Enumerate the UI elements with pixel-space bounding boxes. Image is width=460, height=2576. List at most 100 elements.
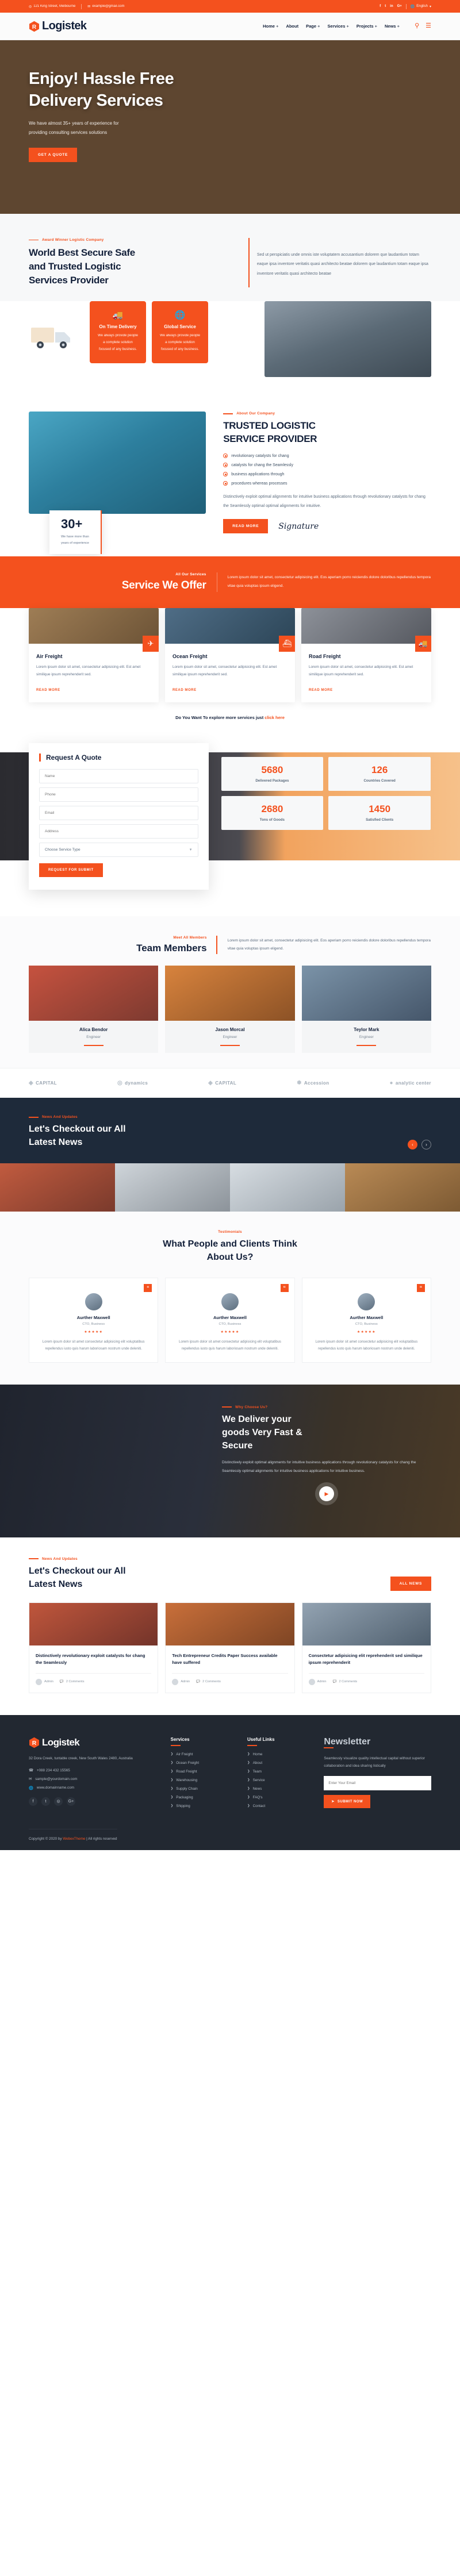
service-read-more-link[interactable]: READ MORE (309, 689, 333, 692)
service-title: Ocean Freight (172, 653, 208, 660)
avatar (221, 1293, 239, 1311)
news-author: Admin (308, 1678, 327, 1685)
play-icon[interactable]: ▶ (319, 1486, 335, 1502)
footer-link-contact[interactable]: ❯ Contact (247, 1804, 312, 1808)
footer-link-road-freight[interactable]: ❯ Road Freight (171, 1770, 236, 1774)
facebook-icon[interactable]: f (379, 5, 381, 8)
testimonial-card: “ Aurther Maxwell CTO, Business ★★★★★ Lo… (165, 1278, 295, 1363)
diamond-icon: ◈ (29, 1080, 34, 1087)
google-plus-icon[interactable]: G+ (67, 1797, 75, 1806)
footer-link-home[interactable]: ❯ Home (247, 1752, 312, 1756)
chevron-right-icon: ❯ (170, 1804, 174, 1808)
envelope-icon: ✉ (29, 1777, 32, 1781)
service-read-more-link[interactable]: READ MORE (36, 689, 60, 692)
footer-link-supply-chain[interactable]: ❯ Supply Chain (171, 1787, 236, 1791)
footer-link-packaging[interactable]: ❯ Packaging (171, 1795, 236, 1800)
footer-link-faqs[interactable]: ❯ FAQ's (247, 1795, 312, 1800)
comment-icon: 💬 (196, 1680, 201, 1684)
leaf-icon: ❅ (297, 1080, 302, 1087)
linkedin-icon[interactable]: in (390, 5, 393, 8)
nav-item-projects[interactable]: Projects + (356, 24, 377, 29)
hamburger-icon[interactable]: ☰ (425, 23, 431, 29)
newsletter-submit-button[interactable]: ➤ SUBMIT NOW (324, 1795, 371, 1809)
list-item: catalysts for chang the Seamlessly (223, 463, 431, 468)
name-input[interactable] (39, 769, 198, 784)
feature-card-global-service[interactable]: 🌐 Global Service We always provide peopl… (152, 301, 208, 364)
service-card-road-freight[interactable]: 🚚 Road Freight Lorem ipsum dolor sit ame… (301, 608, 431, 703)
site-footer: R Logistek 32 Dora Creek, tuntable creek… (0, 1714, 460, 1850)
brand-logo-accession[interactable]: ❅ Accession (297, 1080, 329, 1086)
warehouse-photo (264, 301, 431, 378)
service-text: Lorem ipsum dolor sit amet, consectetur … (36, 665, 141, 677)
service-card-ocean-freight[interactable]: ⛴ Ocean Freight Lorem ipsum dolor sit am… (165, 608, 295, 703)
team-member-photo (29, 966, 159, 1021)
feature-card-on-time-delivery[interactable]: 🚚 On Time Delivery We always provide peo… (90, 301, 146, 364)
nav-item-services[interactable]: Services + (328, 24, 349, 29)
team-member-card[interactable]: Jason Morcal Engineer (165, 966, 295, 1054)
phone-input[interactable] (39, 787, 198, 802)
twitter-icon[interactable]: t (41, 1797, 50, 1806)
nav-item-news[interactable]: News + (385, 24, 400, 29)
all-news-button[interactable]: ALL NEWS (390, 1576, 431, 1591)
facebook-icon[interactable]: f (29, 1797, 37, 1806)
quote-icon: “ (280, 1284, 289, 1293)
service-type-select[interactable]: Choose Service Type ▼ (39, 843, 198, 858)
twitter-icon[interactable]: t (385, 5, 386, 8)
explore-services-link[interactable]: click here (264, 715, 285, 720)
team-member-card[interactable]: Teylor Mark Engineer (301, 966, 431, 1054)
google-plus-icon[interactable]: G+ (397, 5, 402, 8)
service-read-more-link[interactable]: READ MORE (172, 689, 197, 692)
chevron-right-icon: ❯ (247, 1752, 250, 1756)
service-title: Road Freight (309, 653, 341, 660)
bullet-dot-icon (223, 463, 228, 468)
counter-label: Tons of Goods (259, 818, 285, 822)
topbar-email[interactable]: ✉ example@gmail.com (87, 5, 124, 9)
newsletter-email-input[interactable] (324, 1776, 431, 1791)
news-card[interactable]: Tech Entrepreneur Credits Paper Success … (165, 1602, 295, 1693)
service-photo: 🚚 (301, 608, 431, 652)
chevron-right-icon: ❯ (247, 1778, 250, 1782)
news-card-photo (29, 1602, 158, 1645)
footer-email[interactable]: ✉ sample@yourdomain.com (29, 1777, 159, 1781)
nav-item-about[interactable]: About (286, 24, 298, 29)
testimonial-text: Lorem ipsum dolor sit amet consectetur a… (315, 1340, 418, 1351)
footer-link-about[interactable]: ❯ About (247, 1761, 312, 1765)
footer-link-shipping[interactable]: ❯ Shipping (171, 1804, 236, 1808)
footer-website[interactable]: 🌐 www.domainname.com (29, 1786, 159, 1790)
copyright-bar: Copyright © 2020 by WebexTheme | All rig… (29, 1828, 117, 1850)
carousel-next-button[interactable]: › (421, 1139, 431, 1149)
chevron-right-icon: ❯ (170, 1795, 174, 1800)
language-selector[interactable]: 🌐 English ▾ (411, 5, 431, 9)
copyright-brand-link[interactable]: WebexTheme (63, 1837, 85, 1841)
search-icon[interactable]: ⚲ (415, 23, 419, 29)
footer-link-news[interactable]: ❯ News (247, 1787, 312, 1791)
news-card[interactable]: Consectetur adipisicing elit reprehender… (301, 1602, 431, 1693)
service-card-air-freight[interactable]: ✈ Air Freight Lorem ipsum dolor sit amet… (29, 608, 159, 703)
brand-logo-dynamics[interactable]: ◎ dynamics (117, 1080, 148, 1086)
get-a-quote-button[interactable]: GET A QUOTE (29, 148, 77, 163)
circle-icon: ◎ (117, 1080, 123, 1087)
footer-link-warehousing[interactable]: ❯ Warehousing (171, 1778, 236, 1782)
footer-logo[interactable]: R Logistek (29, 1737, 159, 1748)
footer-link-air-freight[interactable]: ❯ Air Freight (171, 1752, 236, 1756)
footer-phone[interactable]: ☎ +088 234 432 15565 (29, 1768, 159, 1773)
nav-item-page[interactable]: Page + (306, 24, 320, 29)
brand-logo-capital-2[interactable]: ◈ CAPITAL (208, 1080, 236, 1086)
brand-logo-capital[interactable]: ◈ CAPITAL (29, 1080, 57, 1086)
footer-link-team[interactable]: ❯ Team (247, 1770, 312, 1774)
news-card[interactable]: Distinctively revolutionary exploit cata… (29, 1602, 159, 1693)
request-submit-button[interactable]: REQUEST FOR SUBMIT (39, 863, 103, 878)
address-input[interactable] (39, 824, 198, 839)
instagram-icon[interactable]: ◎ (54, 1797, 63, 1806)
carousel-prev-button[interactable]: ‹ (408, 1139, 417, 1149)
list-item: procedures whereas processes (223, 481, 431, 486)
footer-link-ocean-freight[interactable]: ❯ Ocean Freight (171, 1761, 236, 1765)
email-input[interactable] (39, 806, 198, 821)
brand-logo-analytic-center[interactable]: ● analytic center (389, 1080, 431, 1086)
team-member-card[interactable]: Alica Bendor Engineer (29, 966, 159, 1054)
nav-item-home[interactable]: Home + (263, 24, 278, 29)
logo[interactable]: R Logistek (29, 20, 87, 33)
svg-text:R: R (32, 1740, 37, 1747)
footer-link-service[interactable]: ❯ Service (247, 1778, 312, 1782)
read-more-button[interactable]: READ MORE (223, 519, 269, 534)
